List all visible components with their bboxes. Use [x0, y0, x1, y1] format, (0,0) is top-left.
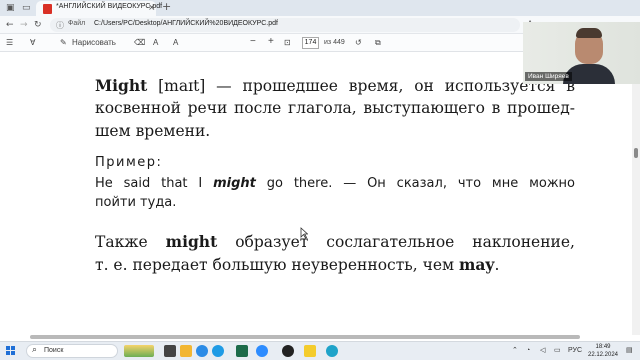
fit-page-icon[interactable]: ⊡	[284, 37, 291, 49]
app-icon[interactable]	[236, 345, 248, 357]
paragraph-might-line-2: косвенной речи после глагола, выступающе…	[95, 99, 575, 117]
url-field[interactable]: ⓘ Файл C:/Users/PC/Desktop/АНГЛИЙСКИЙ%20…	[50, 18, 520, 32]
presenter-name: Иван Ширяев	[525, 72, 572, 81]
read-aloud-pdf-icon[interactable]: A	[173, 37, 178, 49]
taskbar: ⌕ Поиск ⌃ ◔ ◁ ▭ РУС 18:49 22.12.2024 ▤	[0, 341, 640, 360]
sticky-notes-icon[interactable]	[304, 345, 316, 357]
taskbar-search[interactable]: ⌕ Поиск	[26, 344, 118, 358]
example-text: He said that I	[95, 176, 214, 191]
paragraph-also-line-2: т. е. передает большую неуверенность, че…	[95, 255, 575, 274]
rotate-icon[interactable]: ↺	[355, 37, 362, 49]
edge-icon[interactable]	[326, 345, 338, 357]
presenter-hair	[576, 28, 602, 38]
tab-strip: ▣ ▭ *АНГЛИЙСКИЙ ВИДЕОКУРС.pdf × +	[0, 0, 640, 16]
line-text: образует сослагательное наклонение,	[217, 233, 575, 251]
reload-icon[interactable]: ↻	[34, 19, 42, 31]
tab-actions-icon[interactable]: ▭	[22, 2, 31, 14]
draw-icon[interactable]: ✎	[60, 37, 67, 49]
example-text: go there. — Он сказал, что мне можно	[255, 176, 576, 191]
line-text: [maɪt] — прошедшее время, он используетс…	[147, 77, 575, 95]
term-may: may	[458, 255, 495, 274]
language-indicator[interactable]: РУС	[568, 346, 582, 356]
volume-icon[interactable]: ◁	[540, 346, 545, 356]
search-label: Поиск	[44, 347, 64, 354]
vertical-scroll-thumb[interactable]	[634, 148, 638, 158]
page-number-input[interactable]: 174	[302, 37, 319, 49]
zoom-in-button[interactable]: +	[268, 36, 274, 48]
highlight-icon[interactable]: ∀	[30, 37, 35, 49]
task-view-icon[interactable]	[164, 345, 176, 357]
erase-icon[interactable]: ⌫	[134, 37, 145, 49]
paragraph-might-line-3: шем времени.	[95, 122, 211, 140]
tray-chevron-icon[interactable]: ⌃	[512, 346, 518, 356]
browser-menu-icon[interactable]: ▣	[6, 2, 15, 14]
contents-icon[interactable]: ☰	[6, 37, 13, 49]
new-tab-button[interactable]: +	[162, 1, 171, 13]
example-line-1: He said that I might go there. — Он сказ…	[95, 176, 575, 191]
browser-app-icon[interactable]	[196, 345, 208, 357]
line-text: т. е. передает большую неуверенность, че…	[95, 256, 459, 274]
url-text: C:/Users/PC/Desktop/АНГЛИЙСКИЙ%20ВИДЕОКУ…	[94, 20, 278, 27]
wifi-icon[interactable]: ◔	[526, 346, 530, 356]
notifications-icon[interactable]: ▤	[626, 346, 633, 356]
horizontal-scrollbar[interactable]	[30, 335, 580, 339]
vertical-scrollbar[interactable]	[632, 52, 640, 335]
battery-icon[interactable]: ▭	[554, 346, 561, 356]
page-total: из 449	[324, 39, 345, 46]
term-might: Might	[95, 76, 148, 95]
windows-start-icon[interactable]	[6, 346, 16, 356]
zoom-icon[interactable]	[256, 345, 268, 357]
tab-pdf[interactable]: *АНГЛИЙСКИЙ ВИДЕОКУРС.pdf	[36, 1, 162, 16]
info-icon[interactable]: ⓘ	[56, 20, 64, 31]
term-might: might	[165, 232, 218, 251]
forward-icon[interactable]: →	[20, 19, 28, 31]
webcam-overlay: Иван Ширяев	[523, 22, 640, 84]
clock-time: 18:49	[595, 344, 611, 350]
example-label: Пример:	[95, 155, 163, 170]
paragraph-might-line-1: Might [maɪt] — прошедшее время, он испол…	[95, 76, 575, 95]
clock[interactable]: 18:49 22.12.2024	[586, 343, 620, 359]
widgets-icon[interactable]	[124, 345, 154, 357]
draw-button[interactable]: Нарисовать	[72, 37, 116, 49]
example-line-2: пойти туда.	[95, 195, 177, 210]
text-icon[interactable]: A	[153, 37, 158, 49]
line-text: .	[494, 256, 500, 274]
example-might: might	[213, 176, 256, 191]
tab-title: *АНГЛИЙСКИЙ ВИДЕОКУРС.pdf	[56, 3, 163, 10]
file-scheme-label: Файл	[68, 20, 86, 27]
zoom-out-button[interactable]: −	[250, 36, 256, 48]
skype-icon[interactable]	[212, 345, 224, 357]
back-icon[interactable]: ←	[6, 19, 14, 31]
obs-icon[interactable]	[282, 345, 294, 357]
pdf-icon	[43, 4, 52, 14]
mouse-cursor-icon	[300, 227, 308, 239]
file-explorer-icon[interactable]	[180, 345, 192, 357]
pdf-page: Might [maɪt] — прошедшее время, он испол…	[0, 52, 632, 335]
search-icon: ⌕	[32, 345, 38, 355]
tab-close-icon[interactable]: ×	[148, 2, 156, 14]
page-view-icon[interactable]: ⧉	[375, 37, 381, 49]
line-text: Также	[95, 233, 166, 251]
paragraph-also-line-1: Также might образует сослагательное накл…	[95, 232, 575, 251]
clock-date: 22.12.2024	[587, 352, 619, 358]
